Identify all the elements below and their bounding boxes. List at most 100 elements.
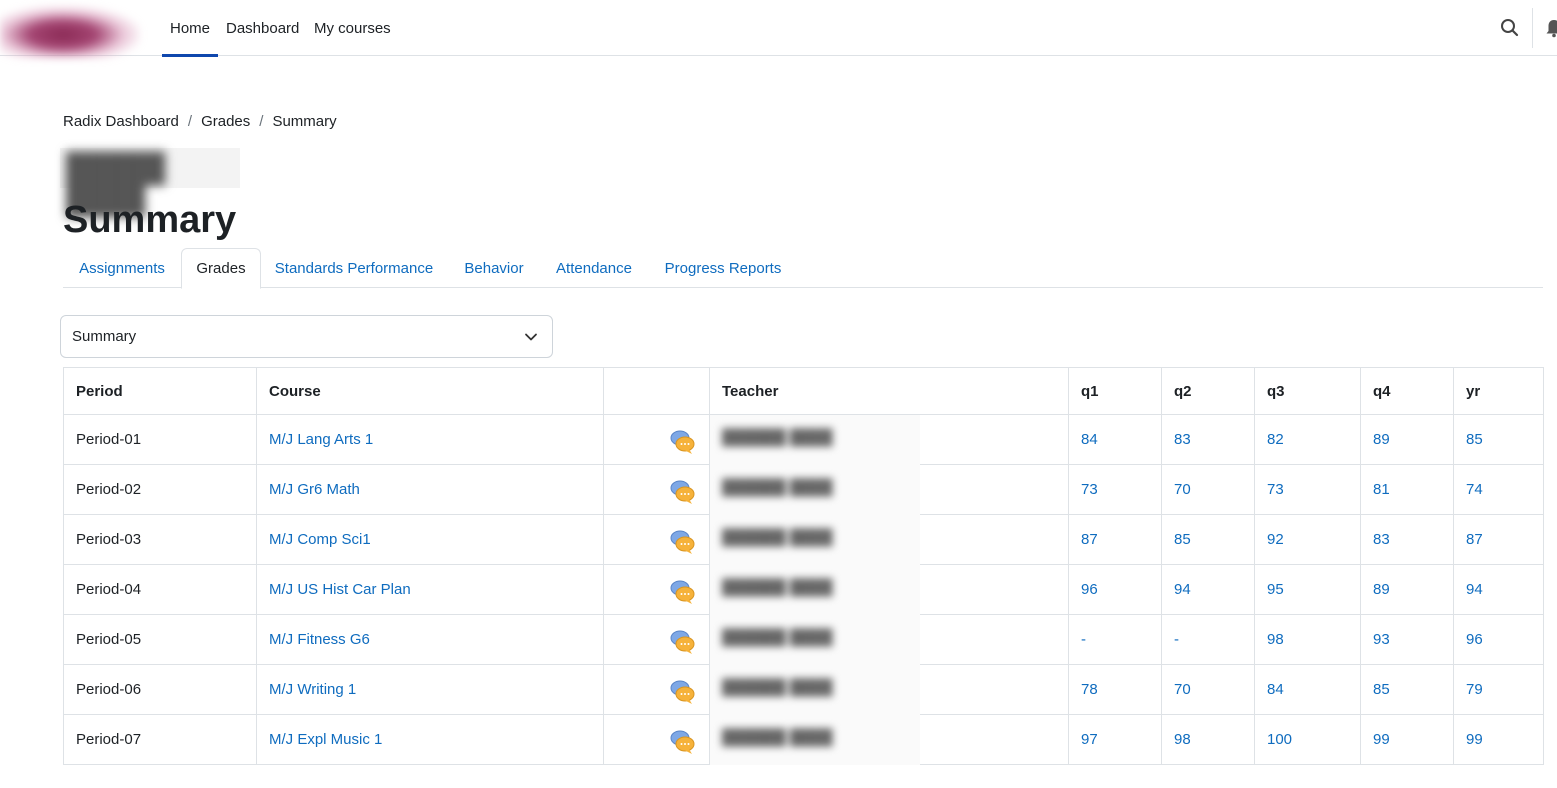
table-row: Period-05 M/J Fitness G6 ██████ ████ - -… <box>63 614 1544 665</box>
cell-q1-grade[interactable]: 87 <box>1068 514 1162 565</box>
cell-period: Period-01 <box>63 414 257 465</box>
tab-grades[interactable]: Grades <box>181 248 261 289</box>
cell-yr-grade[interactable]: 87 <box>1453 514 1544 565</box>
header-yr: yr <box>1453 367 1544 415</box>
cell-teacher-redacted: ██████ ████ <box>709 514 1069 565</box>
cell-course-link[interactable]: M/J Comp Sci1 <box>256 514 604 565</box>
nav-home-label: Home <box>170 19 211 37</box>
cell-teacher-redacted: ██████ ████ <box>709 414 1069 465</box>
cell-q3-grade[interactable]: 98 <box>1254 614 1361 665</box>
cell-q4-grade[interactable]: 83 <box>1360 514 1454 565</box>
tab-attendance[interactable]: Attendance <box>541 248 647 288</box>
cell-teacher-redacted: ██████ ████ <box>709 614 1069 665</box>
cell-comment <box>603 414 710 465</box>
table-row: Period-07 M/J Expl Music 1 ██████ ████ 9… <box>63 714 1544 765</box>
table-row: Period-01 M/J Lang Arts 1 ██████ ████ 84… <box>63 414 1544 465</box>
cell-q4-grade[interactable]: 99 <box>1360 714 1454 765</box>
cell-q4-grade[interactable]: 89 <box>1360 414 1454 465</box>
cell-q4-grade[interactable]: 81 <box>1360 464 1454 515</box>
cell-q3-grade[interactable]: 73 <box>1254 464 1361 515</box>
cell-q4-grade[interactable]: 93 <box>1360 614 1454 665</box>
cell-q1-grade[interactable]: 97 <box>1068 714 1162 765</box>
search-icon <box>1501 19 1519 37</box>
report-type-select[interactable]: Summary <box>60 315 553 358</box>
bell-icon <box>1546 20 1557 38</box>
cell-yr-grade[interactable]: 74 <box>1453 464 1544 515</box>
cell-teacher-redacted: ██████ ████ <box>709 464 1069 515</box>
cell-comment <box>603 614 710 665</box>
search-button[interactable] <box>1496 14 1524 42</box>
cell-yr-grade[interactable]: 99 <box>1453 714 1544 765</box>
cell-q2-grade[interactable]: 70 <box>1161 464 1255 515</box>
chat-bubble-icon[interactable] <box>669 478 697 506</box>
cell-q2-grade[interactable]: 94 <box>1161 564 1255 615</box>
cell-q4-grade[interactable]: 85 <box>1360 664 1454 715</box>
header-course: Course <box>256 367 604 415</box>
site-logo[interactable] <box>0 6 140 58</box>
breadcrumb-summary: Summary <box>272 113 337 130</box>
cell-course-link[interactable]: M/J Gr6 Math <box>256 464 604 515</box>
cell-q1-grade[interactable]: 73 <box>1068 464 1162 515</box>
cell-yr-grade[interactable]: 85 <box>1453 414 1544 465</box>
table-row: Period-03 M/J Comp Sci1 ██████ ████ 87 8… <box>63 514 1544 565</box>
cell-q3-grade[interactable]: 92 <box>1254 514 1361 565</box>
cell-q1-grade[interactable]: 78 <box>1068 664 1162 715</box>
header-comment <box>603 367 710 415</box>
cell-period: Period-03 <box>63 514 257 565</box>
chat-bubble-icon[interactable] <box>669 578 697 606</box>
chat-bubble-icon[interactable] <box>669 428 697 456</box>
grades-summary-table: Period Course Teacher q1 q2 q3 q4 yr Per… <box>63 367 1544 765</box>
cell-teacher-redacted: ██████ ████ <box>709 714 1069 765</box>
tab-bar: Assignments Grades Standards Performance… <box>63 248 1543 289</box>
chat-bubble-icon[interactable] <box>669 628 697 656</box>
nav-my-courses[interactable]: My courses <box>306 0 399 56</box>
cell-yr-grade[interactable]: 94 <box>1453 564 1544 615</box>
cell-q4-grade[interactable]: 89 <box>1360 564 1454 615</box>
cell-course-link[interactable]: M/J US Hist Car Plan <box>256 564 604 615</box>
cell-yr-grade[interactable]: 96 <box>1453 614 1544 665</box>
cell-q3-grade[interactable]: 82 <box>1254 414 1361 465</box>
cell-q2-grade[interactable]: 83 <box>1161 414 1255 465</box>
cell-yr-grade[interactable]: 79 <box>1453 664 1544 715</box>
cell-q3-grade[interactable]: 100 <box>1254 714 1361 765</box>
tab-standards-performance[interactable]: Standards Performance <box>261 248 447 288</box>
cell-course-link[interactable]: M/J Lang Arts 1 <box>256 414 604 465</box>
nav-dashboard[interactable]: Dashboard <box>218 0 307 56</box>
chat-bubble-icon[interactable] <box>669 728 697 756</box>
tab-progress-reports[interactable]: Progress Reports <box>651 248 795 288</box>
cell-q2-grade[interactable]: - <box>1161 614 1255 665</box>
cell-comment <box>603 464 710 515</box>
cell-q2-grade[interactable]: 70 <box>1161 664 1255 715</box>
navbar-divider <box>1532 8 1533 48</box>
cell-q3-grade[interactable]: 95 <box>1254 564 1361 615</box>
tab-assignments[interactable]: Assignments <box>63 248 181 288</box>
cell-q3-grade[interactable]: 84 <box>1254 664 1361 715</box>
header-q1: q1 <box>1068 367 1162 415</box>
chat-bubble-icon[interactable] <box>669 528 697 556</box>
nav-home[interactable]: Home <box>162 0 219 57</box>
cell-q2-grade[interactable]: 98 <box>1161 714 1255 765</box>
nav-my-courses-label: My courses <box>314 19 391 37</box>
breadcrumb-radix-dashboard[interactable]: Radix Dashboard <box>63 113 179 130</box>
breadcrumb-grades[interactable]: Grades <box>201 113 250 130</box>
cell-q1-grade[interactable]: - <box>1068 614 1162 665</box>
cell-course-link[interactable]: M/J Writing 1 <box>256 664 604 715</box>
cell-period: Period-02 <box>63 464 257 515</box>
cell-comment <box>603 514 710 565</box>
cell-q1-grade[interactable]: 96 <box>1068 564 1162 615</box>
report-type-select-value: Summary <box>72 328 137 345</box>
notifications-button[interactable] <box>1544 14 1557 42</box>
cell-teacher-redacted: ██████ ████ <box>709 564 1069 615</box>
nav-dashboard-label: Dashboard <box>226 19 300 37</box>
cell-course-link[interactable]: M/J Fitness G6 <box>256 614 604 665</box>
header-q3: q3 <box>1254 367 1361 415</box>
tab-behavior[interactable]: Behavior <box>449 248 539 288</box>
cell-q1-grade[interactable]: 84 <box>1068 414 1162 465</box>
cell-comment <box>603 564 710 615</box>
cell-comment <box>603 714 710 765</box>
chat-bubble-icon[interactable] <box>669 678 697 706</box>
cell-course-link[interactable]: M/J Expl Music 1 <box>256 714 604 765</box>
cell-q2-grade[interactable]: 85 <box>1161 514 1255 565</box>
chevron-down-icon <box>525 333 537 341</box>
breadcrumb-separator: / <box>259 113 264 130</box>
